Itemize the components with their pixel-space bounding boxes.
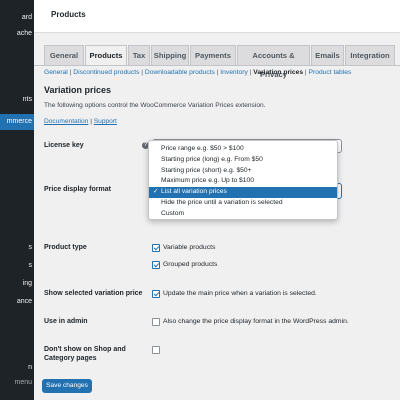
- page-title: Products: [51, 10, 86, 19]
- sublink-discontinued[interactable]: Discontinued products: [73, 69, 139, 76]
- admin-sidebar: ard ache nts mmerce s s ing ance n menu: [0, 0, 34, 400]
- sublink-variation-prices[interactable]: Variation prices: [253, 69, 303, 76]
- sidebar-item-products[interactable]: s: [0, 240, 34, 256]
- tab-emails[interactable]: Emails: [311, 45, 344, 65]
- product-type-label: Product type: [44, 244, 87, 251]
- variable-products-checkbox[interactable]: [152, 244, 160, 252]
- collapse-menu-button[interactable]: menu: [0, 375, 34, 391]
- grouped-products-checkbox[interactable]: [152, 261, 160, 269]
- tab-payments[interactable]: Payments: [190, 45, 236, 65]
- save-changes-button[interactable]: Save changes: [42, 379, 92, 393]
- dropdown-option-label: List all variation prices: [161, 188, 227, 196]
- sidebar-current-arrow: [34, 116, 40, 128]
- section-title: Variation prices: [44, 85, 112, 95]
- checkmark-icon: ✓: [153, 188, 159, 196]
- page-header: Products: [34, 0, 400, 33]
- update-main-price-checkbox[interactable]: [152, 290, 160, 298]
- sidebar-item-analytics[interactable]: s: [0, 258, 34, 274]
- dropdown-option[interactable]: Starting price (short) e.g. $50+: [149, 166, 337, 177]
- dropdown-option-selected[interactable]: ✓ List all variation prices: [149, 187, 337, 198]
- show-selected-label: Show selected variation price: [44, 290, 143, 297]
- price-format-dropdown[interactable]: Price range e.g. $50 > $100 Starting pri…: [148, 140, 338, 220]
- doc-links: Documentation | Support: [44, 118, 117, 125]
- dropdown-option[interactable]: Maximum price e.g. Up to $100: [149, 176, 337, 187]
- sidebar-item-woocommerce[interactable]: mmerce: [0, 114, 34, 130]
- sublink-general[interactable]: General: [44, 69, 68, 76]
- tab-integration[interactable]: Integration: [345, 45, 395, 65]
- use-in-admin-checkbox[interactable]: [152, 318, 160, 326]
- dropdown-option[interactable]: Custom: [149, 209, 337, 220]
- use-in-admin-label: Use in admin: [44, 318, 88, 325]
- license-key-label: License key: [44, 142, 84, 149]
- sublink-downloadable[interactable]: Downloadable products: [145, 69, 215, 76]
- sidebar-item-cache[interactable]: ache: [0, 26, 34, 42]
- variable-products-label: Variable products: [163, 244, 216, 251]
- section-description: The following options control the WooCom…: [44, 102, 266, 109]
- grouped-products-label: Grouped products: [163, 261, 218, 268]
- tab-general[interactable]: General: [44, 45, 84, 65]
- update-main-price-label: Update the main price when a variation i…: [163, 290, 317, 297]
- support-link[interactable]: Support: [94, 118, 117, 125]
- section-links: General | Discontinued products | Downlo…: [44, 69, 352, 76]
- dont-show-label: Don't show on Shop and Category pages: [44, 346, 126, 362]
- sublink-inventory[interactable]: Inventory: [220, 69, 248, 76]
- sidebar-item-comments[interactable]: nts: [0, 92, 34, 108]
- sidebar-item-marketing[interactable]: ing: [0, 276, 34, 292]
- tab-shipping[interactable]: Shipping: [151, 45, 189, 65]
- sublink-product-tables[interactable]: Product tables: [309, 69, 352, 76]
- sidebar-item-dashboard[interactable]: ard: [0, 10, 34, 26]
- tab-products[interactable]: Products: [85, 45, 127, 66]
- tab-accounts-privacy[interactable]: Accounts & Privacy: [237, 45, 310, 79]
- sidebar-item-appearance[interactable]: ance: [0, 294, 34, 310]
- use-in-admin-desc: Also change the price display format in …: [163, 318, 349, 325]
- sidebar-item-admin[interactable]: n: [0, 360, 34, 376]
- dropdown-option[interactable]: Price range e.g. $50 > $100: [149, 144, 337, 155]
- tab-tax[interactable]: Tax: [128, 45, 150, 65]
- dropdown-option[interactable]: Hide the price until a variation is sele…: [149, 198, 337, 209]
- price-display-format-label: Price display format: [44, 186, 111, 193]
- documentation-link[interactable]: Documentation: [44, 118, 88, 125]
- tab-divider: [34, 65, 400, 66]
- dont-show-checkbox[interactable]: [152, 346, 160, 354]
- dropdown-option[interactable]: Starting price (long) e.g. From $50: [149, 155, 337, 166]
